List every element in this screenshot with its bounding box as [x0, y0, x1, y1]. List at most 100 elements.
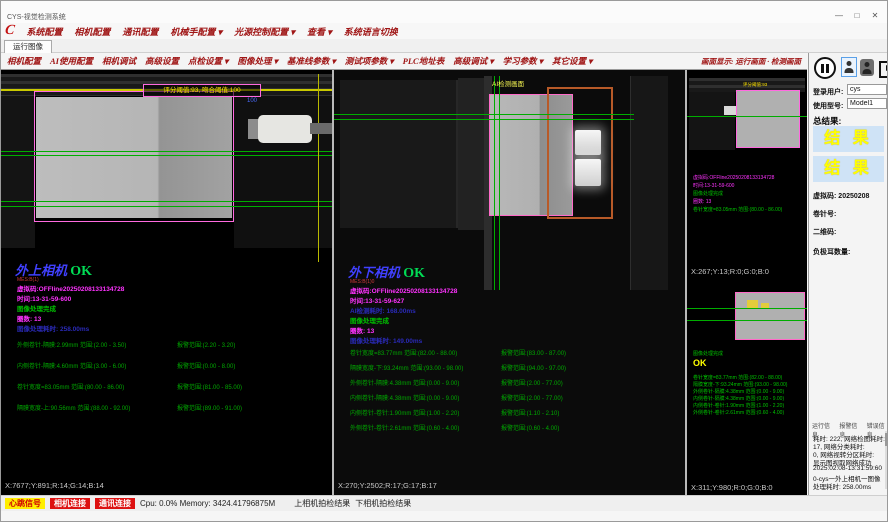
camera-panel-upper-outer[interactable]: 评分阈值:93, 吻合阈值:100 100 外上相机 OK MES:B(1) 虚… [1, 70, 332, 496]
camera-name: 外下相机 [348, 265, 400, 280]
process-elapsed-text: 图像处理耗时: 258.00ms [17, 323, 89, 333]
thumb-cell-block-image[interactable] [735, 292, 805, 340]
thumb-text-line: 外侧卷针-卷针:2.61mm 范围:(0.60 - 4.00) [693, 409, 784, 416]
measurement-text: 卷针宽度=83.77mm 范围:(82.00 - 88.00) [350, 348, 457, 357]
maximize-icon[interactable]: □ [849, 10, 865, 22]
tool-ai-config[interactable]: AI使用配置 [50, 55, 93, 67]
thumb-text-line: 虚拟码:OFFline20250208133134728 [693, 174, 774, 181]
thumb-result-ok-badge: OK [693, 358, 707, 368]
measurement-text: 内侧卷针-隔膜:4.38mm 范围:(0.00 - 9.00) [350, 393, 459, 402]
tab-strip: 运行图像 [1, 39, 888, 53]
tool-advanced-settings[interactable]: 高级设置 [145, 55, 179, 67]
login-user-input[interactable] [847, 84, 887, 95]
view-mode-label[interactable]: 画面显示: 运行画面 · 检测画面 [701, 56, 801, 67]
measurement-row: 内侧卷针-卷针:1.90mm 范围:(1.00 - 2.20) 报警范围:(1.… [334, 408, 685, 416]
camera-panel-lower-outer[interactable]: AI检测画面 外下相机 OK MES:B(1)0 虚拟码:OFFline2025… [334, 70, 685, 496]
status-bar: 心跳信号 相机连接 通讯连接 Cpu: 0.0% Memory: 3424.41… [1, 495, 888, 511]
measurement-row: 隔膜宽度-上:90.56mm 范围:(88.00 - 92.00) 报警范围:(… [1, 403, 332, 411]
camera-connection-badge: 相机连接 [50, 498, 90, 509]
machinery-image [340, 80, 458, 228]
alarm-range-text: 报警范围:(89.00 - 91.00) [177, 403, 242, 412]
close-icon[interactable]: ✕ [867, 10, 883, 22]
measurement-row: 外侧卷针-隔膜:4.38mm 范围:(0.00 - 9.00) 报警范围:(2.… [334, 378, 685, 386]
overlay-yellow-line [318, 74, 319, 262]
tool-learning-params[interactable]: 学习参数 ▾ [503, 55, 543, 67]
pixel-coords-readout: X:270;Y:2502;R:17;G:17;B:17 [338, 481, 437, 490]
overlay-green-line [499, 76, 500, 290]
tool-plc-address-table[interactable]: PLC地址表 [403, 55, 445, 67]
alarm-range-text: 报警范围:(2.00 - 77.00) [501, 378, 563, 387]
alarm-range-text: 报警范围:(83.00 - 87.00) [501, 348, 566, 357]
overlay-green-line [687, 320, 807, 321]
threshold-overlay-label: 评分阈值:93 [743, 82, 767, 88]
overlay-green-line [1, 155, 332, 156]
brand-logo-icon: C [4, 24, 15, 38]
virtual-code-field: 虚拟码: 20250208 [813, 191, 869, 201]
tool-advanced-debug[interactable]: 高级调试 ▾ [453, 55, 493, 67]
model-input[interactable] [847, 98, 887, 109]
thumb-text-line: 卷针宽度=83.05mm 范围:(80.00 - 86.00) [693, 206, 782, 213]
tool-other-settings[interactable]: 其它设置 ▾ [552, 55, 592, 67]
gripper-rod-image [310, 123, 332, 134]
tool-test-params[interactable]: 测试项参数 ▾ [345, 55, 394, 67]
thumb-text-line: 时间:13-31-59-600 [693, 182, 734, 189]
camera-name: 外上相机 [15, 263, 67, 278]
measurement-text: 外侧卷针-隔膜:4.38mm 范围:(0.00 - 9.00) [350, 378, 459, 387]
result-ok-badge: OK [403, 266, 425, 281]
menu-language-switch[interactable]: 系统语言切换 [344, 25, 398, 38]
app-window: CYS-视觉检测系统 — □ ✕ C 系统配置 相机配置 通讯配置 机械手配置 … [0, 0, 888, 522]
thumb-cell-block-image[interactable] [736, 90, 800, 148]
menu-camera-config[interactable]: 相机配置 [74, 25, 110, 38]
operator-button[interactable] [860, 59, 874, 76]
ai-elapsed-text: AI检测耗时: 168.00ms [350, 305, 416, 315]
tool-camera-debug[interactable]: 相机调试 [102, 55, 136, 67]
tab-electrode-image [575, 130, 601, 155]
measurement-row: 内侧卷针-隔膜:4.60mm 范围:(3.00 - 6.00) 报警范围:(0.… [1, 361, 332, 369]
login-user-button[interactable] [841, 57, 857, 77]
tool-image-processing[interactable]: 图像处理 ▾ [237, 55, 277, 67]
threshold-overlay-label: 评分阈值:93, 吻合阈值:100 [143, 84, 261, 97]
field-label: 卷针号: [813, 211, 836, 218]
lower-camera-result-label: 下相机拍检结果 [355, 498, 411, 509]
needle-number-field: 卷针号: [813, 209, 836, 219]
menu-robot-config[interactable]: 机械手配置 ▾ [170, 25, 222, 38]
tool-baseline-params[interactable]: 基准线参数 ▾ [287, 55, 336, 67]
minimize-icon[interactable]: — [831, 10, 847, 22]
result-box-upper: 结 果 [813, 126, 884, 152]
model-label: 使用型号: [813, 101, 843, 111]
exit-button[interactable] [877, 59, 888, 76]
thumb-text-line: 卷针宽度=83.77mm 范围:(82.00 - 88.00) [693, 374, 782, 381]
menu-comm-config[interactable]: 通讯配置 [122, 25, 158, 38]
thumb-text-line: 图像处理完成 [693, 190, 723, 197]
login-user-label: 登录用户: [813, 87, 843, 97]
heartbeat-status-badge: 心跳信号 [5, 498, 45, 509]
overlay-green-line [1, 201, 332, 202]
field-label: 负极耳数量: [813, 249, 850, 256]
process-done-text: 图像处理完成 [17, 303, 56, 313]
tool-camera-config[interactable]: 相机配置 [7, 55, 41, 67]
menu-light-config[interactable]: 光源控制配置 ▾ [234, 25, 295, 38]
menu-bar: C 系统配置 相机配置 通讯配置 机械手配置 ▾ 光源控制配置 ▾ 查看 ▾ 系… [1, 23, 888, 39]
thumb-text-line: 圈数: 13 [693, 198, 711, 205]
measurement-row: 外侧卷针-卷针:2.61mm 范围:(0.60 - 4.00) 报警范围:(0.… [334, 423, 685, 431]
measurement-text: 隔膜宽度-下:93.24mm 范围:(93.00 - 98.00) [350, 363, 463, 372]
alarm-range-text: 报警范围:(81.00 - 85.00) [177, 382, 242, 391]
menu-view[interactable]: 查看 ▾ [307, 25, 332, 38]
menu-system-config[interactable]: 系统配置 [26, 25, 62, 38]
turns-count-text: 圈数: 13 [350, 325, 374, 335]
time-text: 时间:13-31-59-600 [17, 293, 71, 303]
measurement-row: 外侧卷针-隔膜:2.99mm 范围:(2.00 - 3.50) 报警范围:(2.… [1, 340, 332, 348]
thumb-text-line: 外侧卷针-隔膜:4.38mm 范围:(0.00 - 9.00) [693, 388, 784, 395]
measurement-text: 内侧卷针-卷针:1.90mm 范围:(1.00 - 2.20) [350, 408, 459, 417]
tool-spotcheck-settings[interactable]: 点检设置 ▾ [188, 55, 228, 67]
tab-run-image[interactable]: 运行图像 [4, 40, 52, 53]
pause-button[interactable] [814, 57, 836, 79]
field-label: 二维码: [813, 229, 836, 236]
pixel-coords-readout: X:267;Y:13;R:0;G:0;B:0 [691, 267, 769, 276]
measurement-text: 外侧卷针-隔膜:2.99mm 范围:(2.00 - 3.50) [17, 340, 126, 349]
process-done-text: 图像处理完成 [350, 315, 389, 325]
time-text: 时间:13-31-59-627 [350, 295, 404, 305]
thumb-text-line: 内侧卷针-卷针:1.90mm 范围:(1.00 - 2.20) [693, 402, 784, 409]
measurement-text: 卷针宽度=83.05mm 范围:(80.00 - 86.00) [17, 382, 124, 391]
gripper-image [258, 115, 312, 143]
